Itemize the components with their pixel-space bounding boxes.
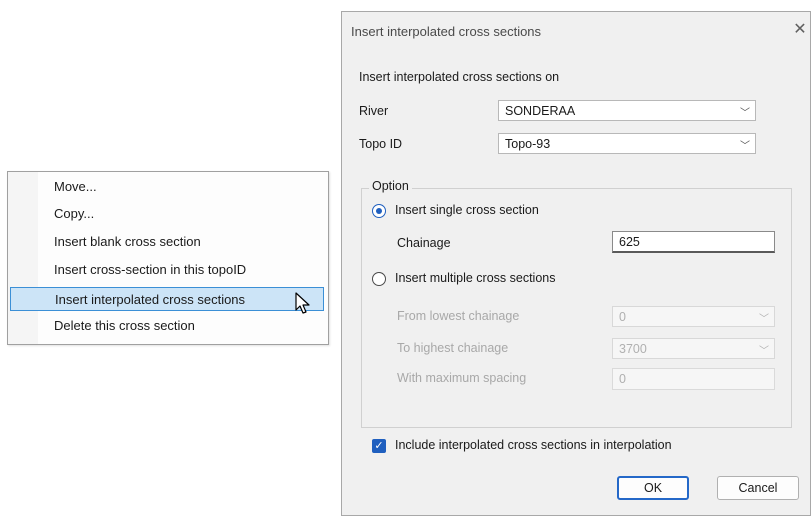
menu-item-copy[interactable]: Copy... [10, 202, 324, 226]
menu-item-insert-in-topoid[interactable]: Insert cross-section in this topoID [10, 258, 324, 282]
from-lowest-value: 0 [619, 310, 626, 324]
menu-item-insert-interpolated[interactable]: Insert interpolated cross sections [10, 287, 324, 311]
context-menu: Move... Copy... Insert blank cross secti… [7, 171, 329, 345]
chainage-label: Chainage [397, 236, 451, 250]
dialog-title: Insert interpolated cross sections [351, 24, 542, 39]
menu-item-label: Delete this cross section [54, 318, 195, 333]
river-select[interactable]: SONDERAA ﹀ [498, 100, 756, 121]
multiple-cross-sections-radio[interactable] [372, 272, 386, 286]
insert-interpolated-dialog: Insert interpolated cross sections ✕ Ins… [341, 11, 811, 516]
chevron-down-icon: ﹀ [740, 108, 750, 119]
menu-item-insert-blank[interactable]: Insert blank cross section [10, 230, 324, 254]
menu-item-move[interactable]: Move... [10, 175, 324, 199]
ok-button[interactable]: OK [617, 476, 689, 500]
cancel-button[interactable]: Cancel [717, 476, 799, 500]
chevron-down-icon: ﹀ [759, 346, 769, 357]
intro-text: Insert interpolated cross sections on [359, 70, 560, 84]
single-cross-section-radio[interactable] [372, 204, 386, 218]
max-spacing-input[interactable]: 0 [612, 368, 775, 390]
from-lowest-label: From lowest chainage [397, 309, 520, 323]
menu-item-label: Copy... [54, 206, 95, 221]
dialog-titlebar: Insert interpolated cross sections ✕ [342, 12, 810, 50]
close-icon[interactable]: ✕ [790, 20, 810, 40]
chainage-input[interactable]: 625 [612, 231, 775, 253]
mouse-cursor-icon [295, 292, 310, 314]
topo-label: Topo ID [359, 137, 403, 151]
menu-item-label: Insert cross-section in this topoID [54, 262, 247, 277]
from-lowest-select[interactable]: 0 ﹀ [612, 306, 775, 327]
menu-item-delete[interactable]: Delete this cross section [10, 314, 324, 338]
to-highest-value: 3700 [619, 342, 647, 356]
to-highest-select[interactable]: 3700 ﹀ [612, 338, 775, 359]
menu-item-label: Insert blank cross section [54, 234, 201, 249]
menu-item-label: Insert interpolated cross sections [55, 292, 246, 307]
to-highest-label: To highest chainage [397, 341, 509, 355]
topo-value: Topo-93 [505, 137, 551, 151]
river-label: River [359, 104, 389, 118]
max-spacing-label: With maximum spacing [397, 371, 527, 385]
max-spacing-value: 0 [619, 372, 626, 386]
menu-item-label: Move... [54, 179, 97, 194]
river-value: SONDERAA [505, 104, 576, 118]
multiple-cross-sections-label[interactable]: Insert multiple cross sections [395, 271, 555, 285]
include-interpolated-label[interactable]: Include interpolated cross sections in i… [395, 438, 672, 452]
topo-select[interactable]: Topo-93 ﹀ [498, 133, 756, 154]
single-cross-section-label[interactable]: Insert single cross section [395, 203, 539, 217]
option-group-label: Option [369, 179, 412, 193]
chevron-down-icon: ﹀ [740, 141, 750, 152]
include-interpolated-checkbox[interactable]: ✓ [372, 439, 386, 453]
chevron-down-icon: ﹀ [759, 314, 769, 325]
chainage-value: 625 [619, 235, 640, 249]
